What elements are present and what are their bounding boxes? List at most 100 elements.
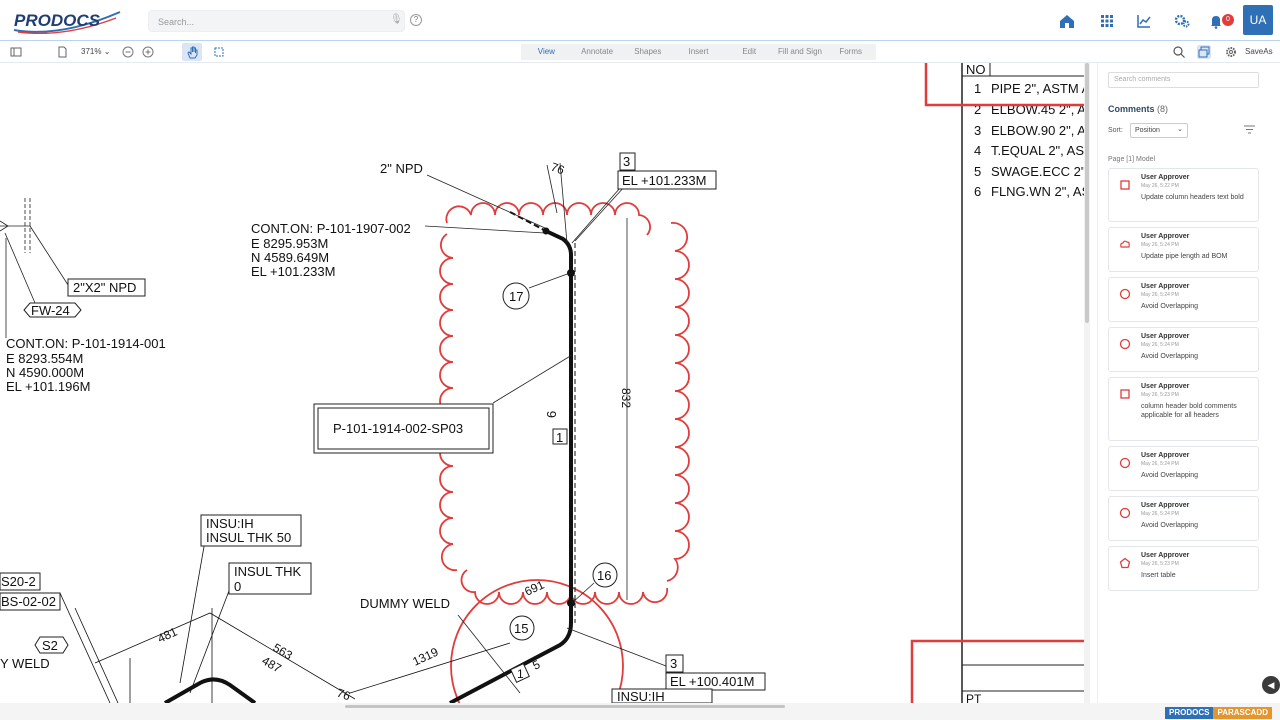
- comment-user: User Approver: [1141, 283, 1190, 290]
- settings-gears-icon[interactable]: [1171, 10, 1193, 32]
- select-area-icon[interactable]: [212, 45, 226, 59]
- bom-row-no: 5: [974, 164, 981, 179]
- sort-select[interactable]: Position ⌄: [1130, 123, 1188, 138]
- global-search-input[interactable]: Search... 🎙: [148, 10, 405, 32]
- bom-row-no: 3: [974, 123, 981, 138]
- comment-card[interactable]: User Approver May 26, 5:24 PM Avoid Over…: [1108, 446, 1259, 491]
- help-icon[interactable]: ?: [410, 14, 422, 26]
- insulation-label-bottom: INSU:IH: [617, 689, 665, 703]
- search-icon[interactable]: [1172, 45, 1186, 59]
- zoom-value: 371%: [81, 47, 102, 56]
- dim-1-bottom: 1: [517, 667, 524, 681]
- tag-3-top: 3: [623, 154, 630, 169]
- tab-edit[interactable]: Edit: [724, 44, 775, 60]
- comment-text: Avoid Overlapping: [1141, 353, 1199, 360]
- bom-row-no: 1: [974, 81, 981, 96]
- user-avatar[interactable]: UA: [1243, 5, 1273, 35]
- comments-title: Comments (8): [1108, 104, 1168, 114]
- bom-row-desc: ELBOW.90 2", A: [991, 123, 1086, 138]
- zoom-select[interactable]: 371% ⌄: [81, 47, 110, 56]
- comment-text: Avoid Overlapping: [1141, 472, 1199, 479]
- tab-insert[interactable]: Insert: [673, 44, 724, 60]
- comment-date: May 26, 5:24 PM: [1141, 292, 1179, 298]
- comment-user: User Approver: [1141, 233, 1190, 240]
- sort-label: Sort:: [1108, 127, 1123, 134]
- insulation-thk-0: 0: [234, 579, 241, 594]
- page-icon[interactable]: [55, 45, 69, 59]
- scroll-thumb[interactable]: [1085, 63, 1089, 323]
- apps-grid-icon[interactable]: [1096, 10, 1118, 32]
- square-markup-bottom[interactable]: [910, 639, 1085, 703]
- comment-text: Insert table: [1141, 572, 1176, 579]
- comment-card[interactable]: User Approver May 26, 5:23 PM Insert tab…: [1108, 546, 1259, 591]
- comment-card[interactable]: User Approver May 26, 5:24 PM Update pip…: [1108, 227, 1259, 272]
- circle-annotation-icon: [1119, 457, 1131, 469]
- sidebar-toggle-icon[interactable]: [9, 45, 23, 59]
- horizontal-scrollbar[interactable]: [0, 703, 1280, 720]
- cont-label-2-n: N 4590.000M: [6, 365, 84, 380]
- microphone-icon[interactable]: 🎙: [390, 14, 403, 28]
- comment-user: User Approver: [1141, 552, 1190, 559]
- comment-date: May 26, 5:23 PM: [1141, 561, 1179, 567]
- bom-row-desc: PIPE 2", ASTM A: [991, 81, 1090, 96]
- comment-user: User Approver: [1141, 174, 1190, 181]
- chevron-down-icon: ⌄: [1177, 126, 1183, 133]
- document-toolbar: 371% ⌄ View Annotate Shapes Insert Edit …: [0, 41, 1280, 63]
- brand-parascadd: PARASCADD: [1213, 707, 1272, 719]
- search-placeholder: Search...: [158, 17, 195, 27]
- circle-annotation-icon: [1119, 338, 1131, 350]
- bubble-15: 15: [514, 621, 528, 636]
- analytics-icon[interactable]: [1133, 10, 1155, 32]
- logo-text: PRODOCS: [14, 11, 101, 30]
- collapse-panel-button[interactable]: ◀: [1262, 676, 1280, 694]
- field-weld-tag: FW-24: [31, 303, 70, 318]
- insulation-label-2: INSUL THK: [234, 564, 302, 579]
- bom-row-no: 4: [974, 143, 981, 158]
- bom-row-desc: SWAGE.ECC 2": [991, 164, 1086, 179]
- square-annotation-icon: [1120, 180, 1130, 190]
- comment-card[interactable]: User Approver May 26, 5:24 PM Avoid Over…: [1108, 327, 1259, 372]
- comment-text: Avoid Overlapping: [1141, 303, 1199, 310]
- comment-text: Update pipe length ad BOM: [1141, 253, 1228, 260]
- tab-shapes[interactable]: Shapes: [622, 44, 673, 60]
- drawing-canvas[interactable]: NO 1 PIPE 2", ASTM A 2 ELBOW.45 2", A 3 ELB…: [0, 63, 1090, 703]
- comment-search-input[interactable]: Search comments: [1108, 72, 1259, 88]
- polygon-annotation-icon: [1119, 557, 1131, 569]
- dim-6: 6: [544, 411, 559, 418]
- home-icon[interactable]: [1056, 10, 1078, 32]
- prodocs-logo[interactable]: PRODOCS: [10, 8, 122, 34]
- comment-card[interactable]: User Approver May 26, 5:24 PM Avoid Over…: [1108, 277, 1259, 322]
- comment-user: User Approver: [1141, 452, 1190, 459]
- comment-card[interactable]: User Approver May 26, 5:22 PM Update col…: [1108, 168, 1259, 222]
- zoom-in-icon[interactable]: [141, 45, 155, 59]
- comment-card[interactable]: User Approver May 26, 5:24 PM Avoid Over…: [1108, 496, 1259, 541]
- tab-annotate[interactable]: Annotate: [572, 44, 623, 60]
- comments-panel-icon[interactable]: [1197, 45, 1211, 59]
- support-tag-bs: BS-02-02: [1, 594, 56, 609]
- cont-label-1-e: E 8295.953M: [251, 236, 328, 251]
- tab-fill-and-sign[interactable]: Fill and Sign: [775, 44, 826, 60]
- zoom-out-icon[interactable]: [121, 45, 135, 59]
- pan-tool-button[interactable]: [182, 43, 202, 61]
- bom-row-no: 6: [974, 184, 981, 199]
- brand-footer: PRODOCS PARASCADD: [1165, 707, 1272, 719]
- settings-icon[interactable]: [1224, 45, 1238, 59]
- cont-label-1: CONT.ON: P-101-1907-002: [251, 221, 411, 236]
- save-as-button[interactable]: SaveAs: [1245, 47, 1273, 56]
- tab-view[interactable]: View: [521, 44, 572, 60]
- dim-832: 832: [619, 388, 633, 408]
- comment-date: May 26, 5:24 PM: [1141, 511, 1179, 517]
- sort-value: Position: [1135, 127, 1160, 134]
- comment-date: May 26, 5:24 PM: [1141, 342, 1179, 348]
- scroll-thumb[interactable]: [345, 705, 785, 708]
- tab-forms[interactable]: Forms: [825, 44, 876, 60]
- square-annotation-icon: [1120, 389, 1130, 399]
- cont-label-2-e: E 8293.554M: [6, 351, 83, 366]
- filter-icon[interactable]: [1244, 125, 1255, 134]
- bom-row-desc: FLNG.WN 2", AS: [991, 184, 1090, 199]
- insulation-thk-50: INSUL THK 50: [206, 530, 291, 545]
- comment-card[interactable]: User Approver May 26, 5:23 PM column hea…: [1108, 377, 1259, 441]
- comment-user: User Approver: [1141, 333, 1190, 340]
- notification-badge: 0: [1222, 14, 1234, 26]
- canvas-vertical-scrollbar[interactable]: [1084, 63, 1090, 703]
